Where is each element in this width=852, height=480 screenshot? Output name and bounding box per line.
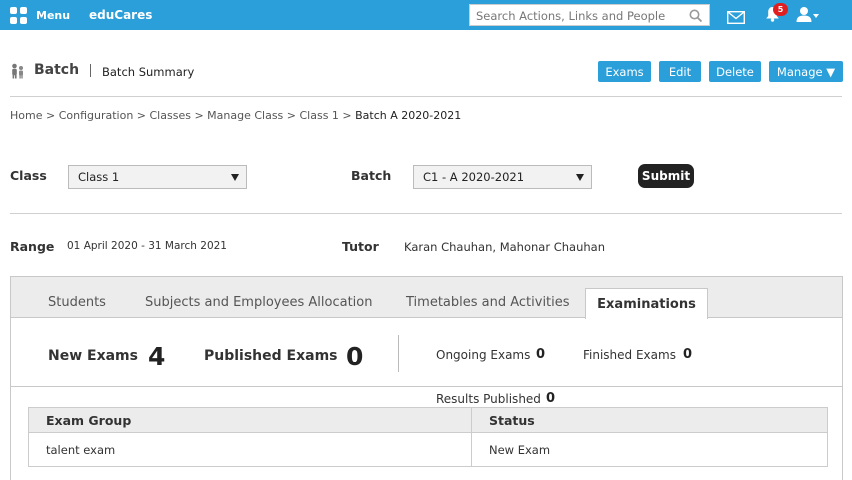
new-exams-count: 4 — [148, 342, 166, 371]
page-subtitle: Batch Summary — [102, 65, 195, 79]
tutor-label: Tutor — [342, 239, 379, 254]
finished-exams-count: 0 — [683, 347, 693, 362]
tab-timetables-activities[interactable]: Timetables and Activities — [406, 295, 570, 310]
dropdown-arrow-icon — [576, 174, 584, 181]
dropdown-arrow-icon — [231, 174, 239, 181]
exam-group-cell[interactable]: talent exam — [28, 432, 472, 467]
published-exams-label: Published Exams — [204, 348, 338, 364]
tab-subjects-employees[interactable]: Subjects and Employees Allocation — [145, 295, 372, 310]
finished-exams-label: Finished Exams — [583, 348, 676, 362]
manage-button[interactable]: Manage ▼ — [769, 61, 843, 82]
submit-button[interactable]: Submit — [638, 164, 694, 188]
ongoing-exams-count: 0 — [536, 347, 546, 362]
tab-examinations[interactable]: Examinations — [585, 288, 708, 319]
search-box — [469, 4, 710, 26]
stats-divider-line — [11, 386, 842, 387]
breadcrumb-current: Batch A 2020-2021 — [355, 109, 462, 122]
tutor-value: Karan Chauhan, Mahonar Chauhan — [404, 240, 605, 254]
batch-select[interactable]: C1 - A 2020-2021 — [413, 165, 592, 189]
menu-button[interactable]: Menu — [10, 0, 70, 30]
table-row[interactable]: talent exam New Exam — [28, 432, 828, 467]
results-published-label: Results Published — [436, 392, 541, 406]
tab-bar: Students Subjects and Employees Allocati… — [11, 277, 842, 319]
user-icon[interactable] — [796, 6, 812, 26]
delete-button[interactable]: Delete — [709, 61, 761, 82]
menu-label: Menu — [36, 8, 71, 22]
chevron-down-icon[interactable] — [813, 14, 819, 18]
range-label: Range — [10, 239, 55, 254]
class-select-value: Class 1 — [78, 170, 120, 184]
breadcrumb: Home > Configuration > Classes > Manage … — [10, 109, 461, 122]
ongoing-exams-label: Ongoing Exams — [436, 348, 531, 362]
status-cell: New Exam — [471, 432, 828, 467]
header-divider — [10, 96, 842, 97]
stats-divider — [398, 335, 399, 372]
new-exams-label: New Exams — [48, 348, 138, 364]
exam-groups-table: Exam Group Status talent exam New Exam — [28, 407, 828, 467]
breadcrumb-trail[interactable]: Home > Configuration > Classes > Manage … — [10, 109, 352, 122]
filter-divider — [10, 213, 842, 214]
mail-icon[interactable] — [726, 9, 746, 28]
notification-badge: 5 — [773, 3, 788, 16]
class-label: Class — [10, 168, 47, 183]
title-divider — [90, 64, 91, 77]
column-header-status: Status — [471, 407, 828, 433]
edit-button[interactable]: Edit — [659, 61, 701, 82]
results-published-count: 0 — [546, 391, 556, 406]
column-header-exam-group: Exam Group — [28, 407, 472, 433]
search-input[interactable] — [470, 6, 680, 26]
page-title: Batch — [34, 62, 80, 78]
search-icon[interactable] — [689, 8, 703, 27]
exams-button[interactable]: Exams — [598, 61, 651, 82]
top-navbar: Menu eduCares 5 — [0, 0, 852, 30]
batch-select-value: C1 - A 2020-2021 — [423, 170, 525, 184]
app-name[interactable]: eduCares — [89, 8, 152, 22]
batch-tabs-panel: Students Subjects and Employees Allocati… — [10, 276, 843, 480]
grid-menu-icon — [10, 6, 27, 24]
tab-students[interactable]: Students — [48, 295, 106, 310]
published-exams-count: 0 — [346, 342, 364, 371]
class-select[interactable]: Class 1 — [68, 165, 247, 189]
people-icon — [10, 63, 26, 83]
range-value: 01 April 2020 - 31 March 2021 — [67, 240, 227, 252]
table-header-row: Exam Group Status — [28, 407, 828, 433]
batch-label: Batch — [351, 168, 392, 183]
